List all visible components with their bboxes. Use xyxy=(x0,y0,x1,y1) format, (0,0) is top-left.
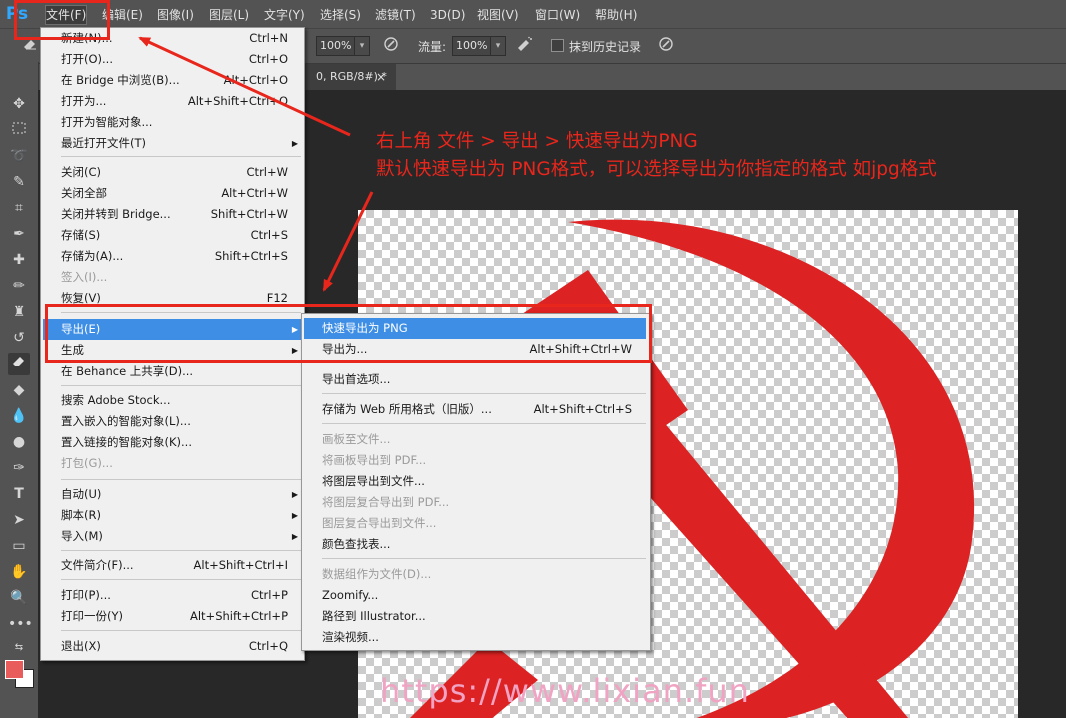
annotation-text: 右上角 文件 > 导出 > 快速导出为PNG 默认快速导出为 PNG格式，可以选… xyxy=(376,128,937,184)
annotation-line-1: 右上角 文件 > 导出 > 快速导出为PNG xyxy=(376,131,698,152)
arrow-to-export xyxy=(322,191,374,292)
watermark-text: https://www.lixian.fun xyxy=(380,672,750,710)
annotation-line-2: 默认快速导出为 PNG格式，可以选择导出为你指定的格式 如jpg格式 xyxy=(376,159,937,180)
annotation-arrows xyxy=(138,36,374,292)
arrow-to-file-menu xyxy=(138,36,351,137)
